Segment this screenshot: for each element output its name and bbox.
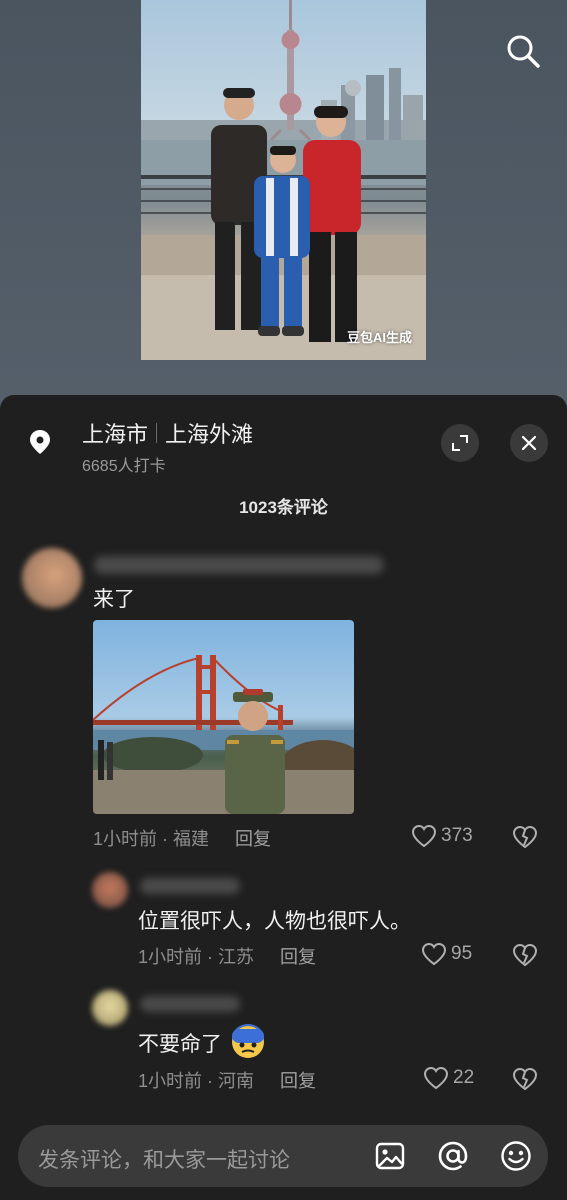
main-photo[interactable]: 豆包AI生成	[141, 0, 426, 360]
avatar[interactable]	[92, 872, 128, 908]
like-button[interactable]: 373	[411, 824, 473, 848]
avatar[interactable]	[22, 548, 82, 608]
like-count: 22	[453, 1067, 475, 1088]
comments-sheet: 上海市 上海外滩 6685人打卡 1023条评论 来了 1小时前 · 福建 回复…	[0, 395, 567, 1200]
comment-input[interactable]: 发条评论，和大家一起讨论	[38, 1144, 290, 1174]
ai-watermark: 豆包AI生成	[346, 330, 412, 345]
comment-text: 不要命了	[138, 1033, 222, 1056]
close-icon	[521, 435, 537, 451]
image-icon[interactable]	[374, 1140, 406, 1172]
comment-image[interactable]	[93, 620, 354, 814]
expand-button[interactable]	[441, 424, 479, 462]
reply-button[interactable]: 回复	[280, 943, 316, 969]
comment-count: 1023条评论	[239, 498, 328, 517]
comment-meta: 1小时前 · 河南 回复	[138, 1067, 316, 1093]
comment-meta: 1小时前 · 江苏 回复	[138, 943, 316, 969]
heart-icon	[421, 942, 447, 966]
location-title[interactable]: 上海市 上海外滩	[82, 417, 253, 449]
username-blurred[interactable]	[94, 556, 384, 574]
reply-button[interactable]: 回复	[235, 825, 271, 851]
comment-time-place: 1小时前 · 江苏	[138, 947, 255, 967]
reply-button[interactable]: 回复	[280, 1067, 316, 1093]
broken-heart-icon[interactable]	[512, 1067, 538, 1091]
search-button[interactable]	[500, 28, 546, 74]
like-count: 95	[451, 943, 473, 964]
location-city[interactable]: 上海市	[82, 417, 148, 449]
comment-time-place: 1小时前 · 河南	[138, 1071, 255, 1091]
comment-meta: 1小时前 · 福建 回复	[93, 825, 271, 851]
emoji-icon[interactable]	[500, 1140, 532, 1172]
avatar[interactable]	[92, 990, 128, 1026]
heart-icon	[423, 1066, 449, 1090]
photo-illustration	[141, 0, 426, 360]
location-pin-icon	[30, 430, 50, 454]
comment-time-place: 1小时前 · 福建	[93, 829, 210, 849]
comment-text: 来了	[93, 588, 135, 611]
like-count: 373	[441, 825, 473, 846]
close-button[interactable]	[510, 424, 548, 462]
username-blurred[interactable]	[140, 996, 240, 1012]
broken-heart-icon[interactable]	[512, 825, 538, 849]
like-button[interactable]: 22	[423, 1066, 474, 1090]
like-button[interactable]: 95	[421, 942, 472, 966]
broken-heart-icon[interactable]	[512, 943, 538, 967]
search-icon	[507, 35, 540, 68]
comment-input-bar[interactable]: 发条评论，和大家一起讨论	[18, 1125, 548, 1187]
username-blurred[interactable]	[140, 878, 240, 894]
checkin-count: 6685人打卡	[82, 458, 166, 475]
emoji-sticker-icon	[232, 1024, 264, 1058]
at-icon[interactable]	[437, 1140, 469, 1172]
heart-icon	[411, 824, 437, 848]
comment-text: 位置很吓人，人物也很吓人。	[138, 910, 411, 933]
comment-image-illustration	[93, 655, 354, 814]
location-place[interactable]: 上海外滩	[165, 417, 253, 449]
expand-icon	[452, 435, 468, 451]
location-divider	[156, 423, 158, 443]
